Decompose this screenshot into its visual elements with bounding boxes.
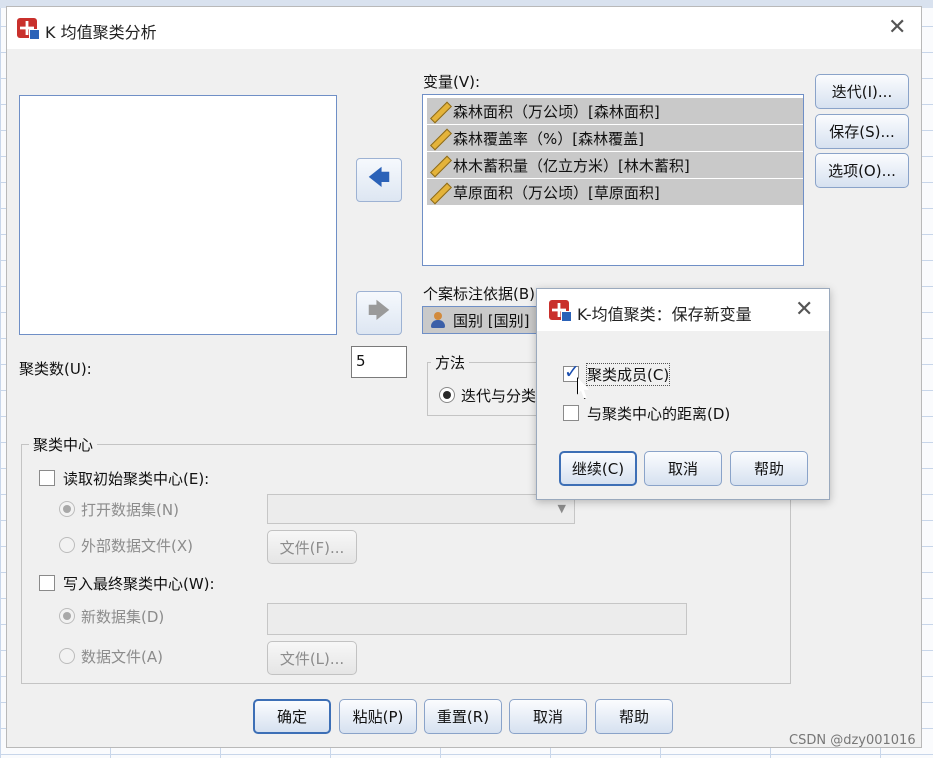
scale-measure-icon xyxy=(430,129,448,147)
method-group-title: 方法 xyxy=(431,352,470,373)
ok-button[interactable]: 确定 xyxy=(253,699,331,734)
file-button-final[interactable]: 文件(L)... xyxy=(267,641,357,675)
dialog-title: K 均值聚类分析 xyxy=(45,23,157,42)
save-button[interactable]: 保存(S)... xyxy=(815,114,909,149)
external-file-radio[interactable] xyxy=(59,537,75,553)
method-iterate-classify-radio[interactable] xyxy=(439,387,455,403)
save-new-variables-dialog: K-均值聚类：保存新变量 ✕ 聚类成员(C) 与聚类中心的距离(D) 继续(C)… xyxy=(536,288,830,500)
distance-label: 与聚类中心的距离(D) xyxy=(587,405,731,423)
arrow-right-icon: 🡆 xyxy=(367,299,391,324)
new-dataset-input[interactable] xyxy=(267,603,687,635)
variables-label: 变量(V): xyxy=(423,73,481,91)
close-icon[interactable]: ✕ xyxy=(795,299,813,321)
options-button[interactable]: 选项(O)... xyxy=(815,153,909,188)
external-file-label: 外部数据文件(X) xyxy=(81,537,193,555)
read-initial-centers-checkbox[interactable] xyxy=(39,470,55,486)
read-initial-centers-label: 读取初始聚类中心(E): xyxy=(63,470,210,488)
sub-help-button[interactable]: 帮助 xyxy=(730,451,808,486)
scale-measure-icon xyxy=(430,183,448,201)
close-icon[interactable]: ✕ xyxy=(888,17,906,39)
cluster-centers-title: 聚类中心 xyxy=(29,434,98,455)
data-file-label: 数据文件(A) xyxy=(81,648,163,666)
open-dataset-label: 打开数据集(N) xyxy=(81,501,179,519)
open-dataset-select[interactable]: ▼ xyxy=(267,494,575,524)
list-item[interactable]: 森林覆盖率（%）[森林覆盖] xyxy=(427,125,803,151)
reset-button[interactable]: 重置(R) xyxy=(424,699,502,734)
write-final-centers-label: 写入最终聚类中心(W): xyxy=(63,575,215,593)
help-button[interactable]: 帮助 xyxy=(595,699,673,734)
move-case-label-button[interactable]: 🡆 xyxy=(356,291,402,335)
subdialog-title: K-均值聚类：保存新变量 xyxy=(577,305,752,324)
list-item[interactable]: 草原面积（万公顷）[草原面积] xyxy=(427,179,803,205)
sub-cancel-button[interactable]: 取消 xyxy=(644,451,722,486)
cancel-button[interactable]: 取消 xyxy=(509,699,587,734)
list-item[interactable]: 森林面积（万公顷）[森林面积] xyxy=(427,98,803,124)
clusters-input[interactable]: 5 xyxy=(351,346,407,378)
subdialog-titlebar[interactable]: K-均值聚类：保存新变量 ✕ xyxy=(537,289,829,331)
list-item[interactable]: 林木蓄积量（亿立方米）[林木蓄积] xyxy=(427,152,803,178)
move-variable-button[interactable]: 🡄 xyxy=(356,158,402,202)
clusters-label: 聚类数(U): xyxy=(19,360,92,378)
new-dataset-radio[interactable] xyxy=(59,608,75,624)
scale-measure-icon xyxy=(430,156,448,174)
watermark: CSDN @dzy001016 xyxy=(789,733,916,748)
paste-button[interactable]: 粘贴(P) xyxy=(339,699,417,734)
cluster-membership-checkbox[interactable] xyxy=(563,361,580,383)
dialog-titlebar[interactable]: K 均值聚类分析 ✕ xyxy=(7,7,921,49)
arrow-left-icon: 🡄 xyxy=(367,166,391,191)
distance-checkbox[interactable] xyxy=(563,405,579,421)
new-dataset-label: 新数据集(D) xyxy=(81,608,165,626)
method-iterate-classify-label: 迭代与分类 xyxy=(461,387,537,405)
file-button-initial[interactable]: 文件(F)... xyxy=(267,530,357,564)
open-dataset-radio[interactable] xyxy=(59,501,75,517)
continue-button[interactable]: 继续(C) xyxy=(559,451,637,486)
nominal-person-icon xyxy=(429,311,447,329)
spss-app-icon xyxy=(549,300,572,322)
case-label-label: 个案标注依据(B): xyxy=(423,285,541,303)
cluster-membership-label: 聚类成员(C) xyxy=(585,363,671,386)
spss-app-icon xyxy=(17,18,40,40)
scale-measure-icon xyxy=(430,102,448,120)
source-variable-list[interactable] xyxy=(19,95,337,335)
data-file-radio[interactable] xyxy=(59,648,75,664)
variables-list[interactable]: 森林面积（万公顷）[森林面积] 森林覆盖率（%）[森林覆盖] 林木蓄积量（亿立方… xyxy=(422,94,804,266)
iterate-button[interactable]: 迭代(I)... xyxy=(815,74,909,109)
write-final-centers-checkbox[interactable] xyxy=(39,575,55,591)
